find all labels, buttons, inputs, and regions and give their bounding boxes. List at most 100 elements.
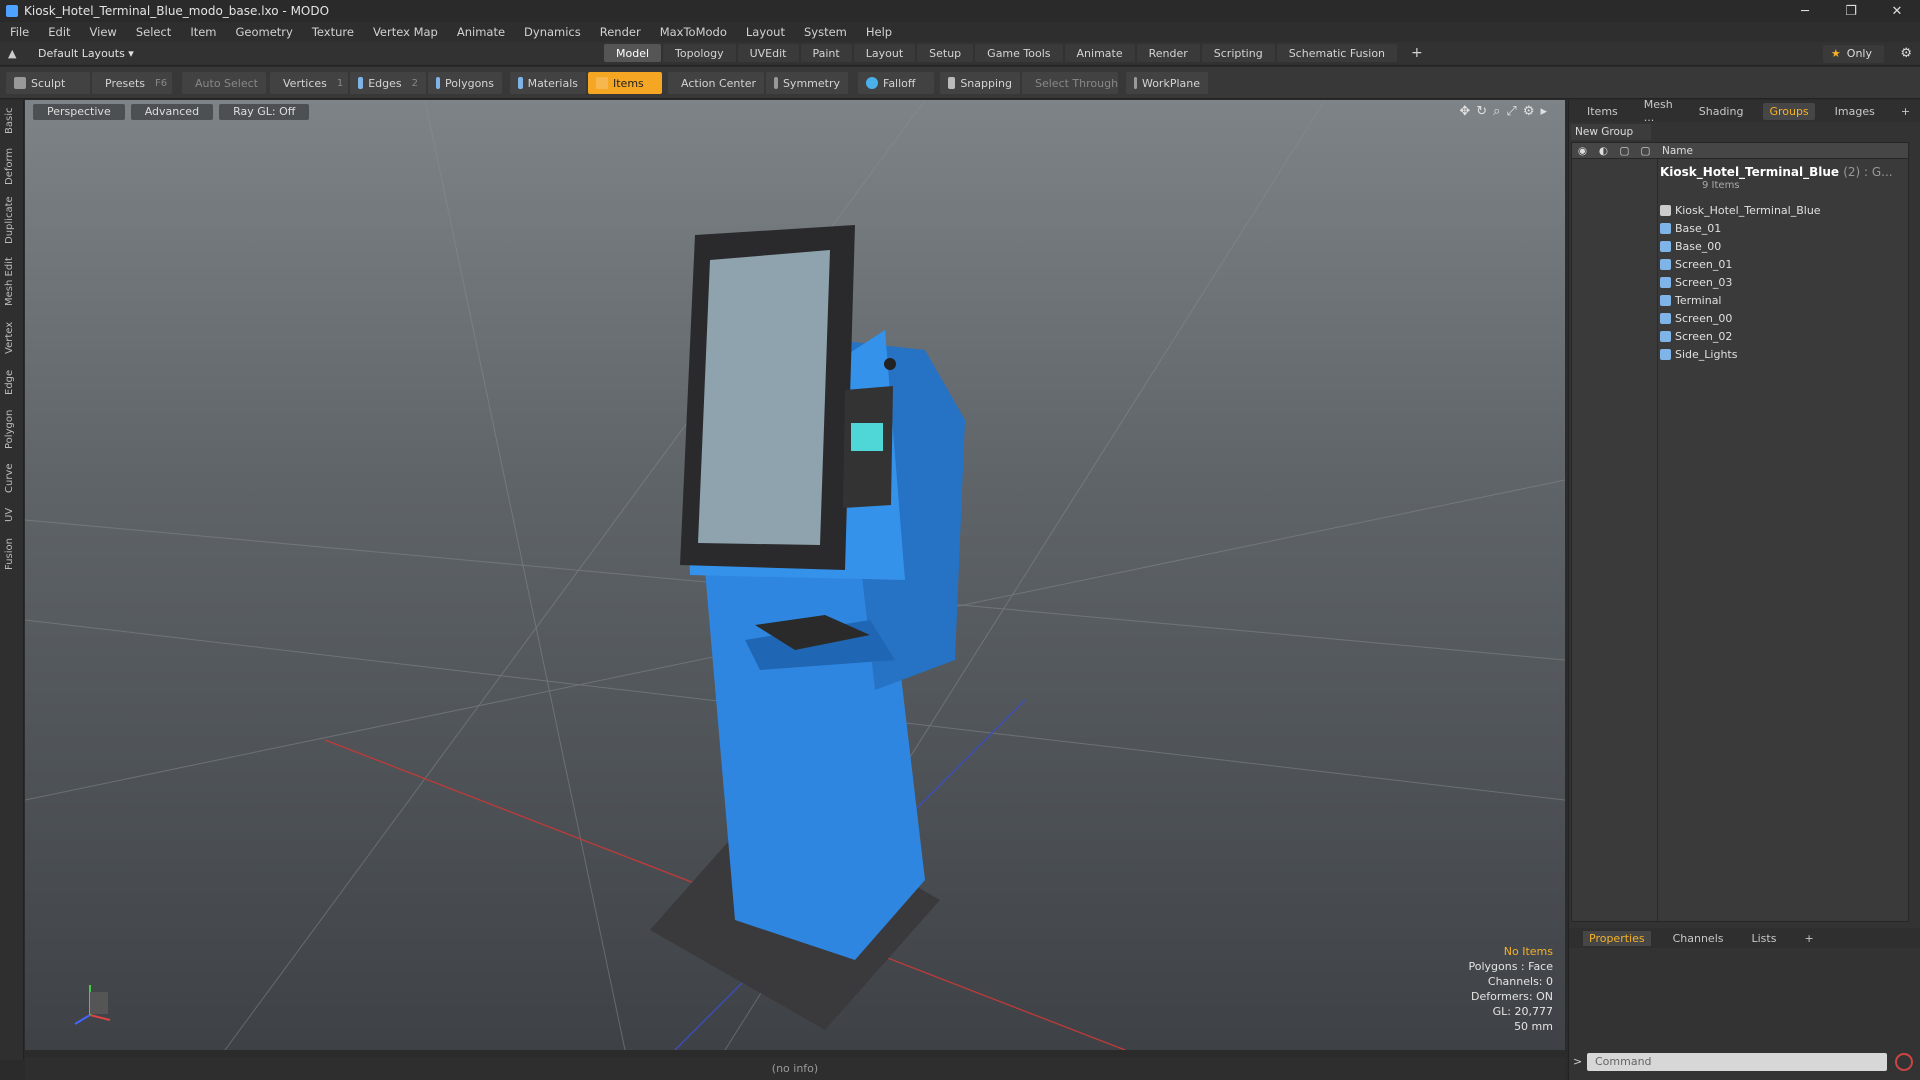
menu-vertex-map[interactable]: Vertex Map — [373, 25, 438, 39]
menu-texture[interactable]: Texture — [312, 25, 354, 39]
tab-topology[interactable]: Topology — [663, 44, 736, 62]
menu-geometry[interactable]: Geometry — [236, 25, 293, 39]
menu-layout[interactable]: Layout — [746, 25, 785, 39]
pan-icon[interactable]: ✥ — [1459, 104, 1470, 119]
list-item[interactable]: Screen_00 — [1660, 309, 1732, 327]
tab-render[interactable]: Render — [1136, 44, 1200, 62]
add-bottom-tab-button[interactable]: + — [1798, 931, 1819, 946]
kiosk-model[interactable] — [650, 225, 965, 1030]
list-item[interactable]: Screen_01 — [1660, 255, 1732, 273]
add-panel-tab-button[interactable]: + — [1895, 103, 1916, 120]
tab-uv[interactable]: UV — [4, 504, 20, 526]
snapping-button[interactable]: Snapping — [940, 72, 1020, 94]
tab-polygon[interactable]: Polygon — [4, 406, 20, 452]
expand-arrow-icon[interactable]: ▸ — [1540, 104, 1547, 119]
tab-properties[interactable]: Properties — [1583, 930, 1651, 946]
new-group-button[interactable]: New Group — [1571, 124, 1651, 140]
list-item-label: Screen_03 — [1675, 275, 1733, 289]
menu-system[interactable]: System — [804, 25, 847, 39]
tab-mesh-edit[interactable]: Mesh Edit — [4, 254, 20, 310]
menu-dynamics[interactable]: Dynamics — [524, 25, 581, 39]
tab-scripting[interactable]: Scripting — [1201, 44, 1275, 62]
list-item[interactable]: Side_Lights — [1660, 345, 1737, 363]
view-perspective-button[interactable]: Perspective — [33, 104, 125, 120]
viewport-settings-icon[interactable]: ⚙ — [1523, 104, 1535, 119]
tab-mesh[interactable]: Mesh ... — [1638, 96, 1679, 126]
fit-icon[interactable]: ⤢ — [1506, 104, 1516, 119]
tab-setup[interactable]: Setup — [917, 44, 974, 62]
tab-curve[interactable]: Curve — [4, 460, 20, 496]
items-button[interactable]: Items — [588, 72, 662, 94]
list-item[interactable]: Kiosk_Hotel_Terminal_Blue — [1660, 201, 1821, 219]
action-center-button[interactable]: Action Center — [668, 72, 764, 94]
falloff-button[interactable]: Falloff — [858, 72, 934, 94]
tab-uvedit[interactable]: UVEdit — [737, 44, 799, 62]
maximize-button[interactable]: ❐ — [1828, 0, 1874, 22]
symmetry-button[interactable]: Symmetry — [766, 72, 848, 94]
tab-fusion[interactable]: Fusion — [4, 534, 20, 574]
command-input[interactable]: Command — [1587, 1053, 1887, 1071]
list-item[interactable]: Base_00 — [1660, 237, 1721, 255]
3d-viewport[interactable]: Perspective Advanced Ray GL: Off ✥ ↻ ⌕ ⤢… — [25, 100, 1565, 1050]
tab-game-tools[interactable]: Game Tools — [975, 44, 1063, 62]
sculpt-button[interactable]: Sculpt — [6, 72, 90, 94]
tab-lists[interactable]: Lists — [1746, 931, 1783, 946]
raygl-button[interactable]: Ray GL: Off — [219, 104, 310, 120]
workplane-button[interactable]: WorkPlane — [1126, 72, 1208, 94]
tab-channels[interactable]: Channels — [1667, 931, 1730, 946]
edges-button[interactable]: Edges 2 — [350, 72, 426, 94]
collapse-icon[interactable]: ▲ — [8, 47, 16, 60]
menu-edit[interactable]: Edit — [48, 25, 70, 39]
menu-select[interactable]: Select — [136, 25, 171, 39]
menu-animate[interactable]: Animate — [457, 25, 505, 39]
vertices-button[interactable]: Vertices 1 — [270, 72, 348, 94]
tab-model[interactable]: Model — [604, 44, 662, 62]
menu-view[interactable]: View — [90, 25, 117, 39]
tab-deform[interactable]: Deform — [4, 146, 20, 186]
tab-schematic-fusion[interactable]: Schematic Fusion — [1276, 44, 1398, 62]
default-layouts-dropdown[interactable]: Default Layouts ▾ — [38, 47, 134, 60]
render-icon[interactable]: ◐ — [1593, 145, 1614, 157]
tab-layout[interactable]: Layout — [853, 44, 916, 62]
tab-edge[interactable]: Edge — [4, 366, 20, 398]
menu-maxtomodo[interactable]: MaxToModo — [660, 25, 727, 39]
rotate-icon[interactable]: ↻ — [1476, 104, 1487, 119]
menu-file[interactable]: File — [10, 25, 29, 39]
group-root[interactable]: Kiosk_Hotel_Terminal_Blue (2) : G... — [1660, 165, 1893, 179]
tab-duplicate[interactable]: Duplicate — [4, 194, 20, 246]
tab-groups[interactable]: Groups — [1763, 102, 1815, 120]
close-button[interactable]: ✕ — [1874, 0, 1920, 22]
tab-vertex[interactable]: Vertex — [4, 318, 20, 358]
only-button[interactable]: ★ Only — [1822, 45, 1884, 63]
tab-basic[interactable]: Basic — [4, 104, 20, 138]
minimize-button[interactable]: ─ — [1782, 0, 1828, 22]
menu-item[interactable]: Item — [190, 25, 216, 39]
presets-button[interactable]: Presets F6 — [92, 72, 172, 94]
gear-icon[interactable]: ⚙ — [1900, 46, 1912, 61]
menu-render[interactable]: Render — [600, 25, 641, 39]
select-icon[interactable]: ▢ — [1635, 145, 1656, 157]
tab-shading[interactable]: Shading — [1693, 103, 1750, 120]
list-item[interactable]: Screen_03 — [1660, 273, 1732, 291]
auto-select-button[interactable]: Auto Select — [182, 72, 266, 94]
edges-key: 2 — [411, 77, 418, 89]
menu-help[interactable]: Help — [866, 25, 892, 39]
list-item[interactable]: Terminal — [1660, 291, 1722, 309]
lock-icon[interactable]: ▢ — [1614, 145, 1635, 157]
list-item[interactable]: Screen_02 — [1660, 327, 1732, 345]
tab-animate[interactable]: Animate — [1064, 44, 1135, 62]
materials-button[interactable]: Materials — [510, 72, 586, 94]
polygons-button[interactable]: Polygons — [428, 72, 502, 94]
workplane-label: WorkPlane — [1141, 76, 1200, 90]
zoom-icon[interactable]: ⌕ — [1493, 104, 1500, 119]
select-through-button[interactable]: Select Through — [1022, 72, 1118, 94]
visibility-eye-icon[interactable]: ◉ — [1572, 145, 1593, 157]
tab-images[interactable]: Images — [1829, 103, 1881, 120]
tab-paint[interactable]: Paint — [800, 44, 852, 62]
shading-advanced-button[interactable]: Advanced — [130, 104, 214, 120]
tab-items[interactable]: Items — [1581, 103, 1624, 120]
list-item[interactable]: Base_01 — [1660, 219, 1721, 237]
command-record-button[interactable] — [1895, 1053, 1913, 1071]
add-tab-button[interactable]: + — [1399, 44, 1435, 62]
group-item-count: 9 Items — [1702, 180, 1740, 191]
